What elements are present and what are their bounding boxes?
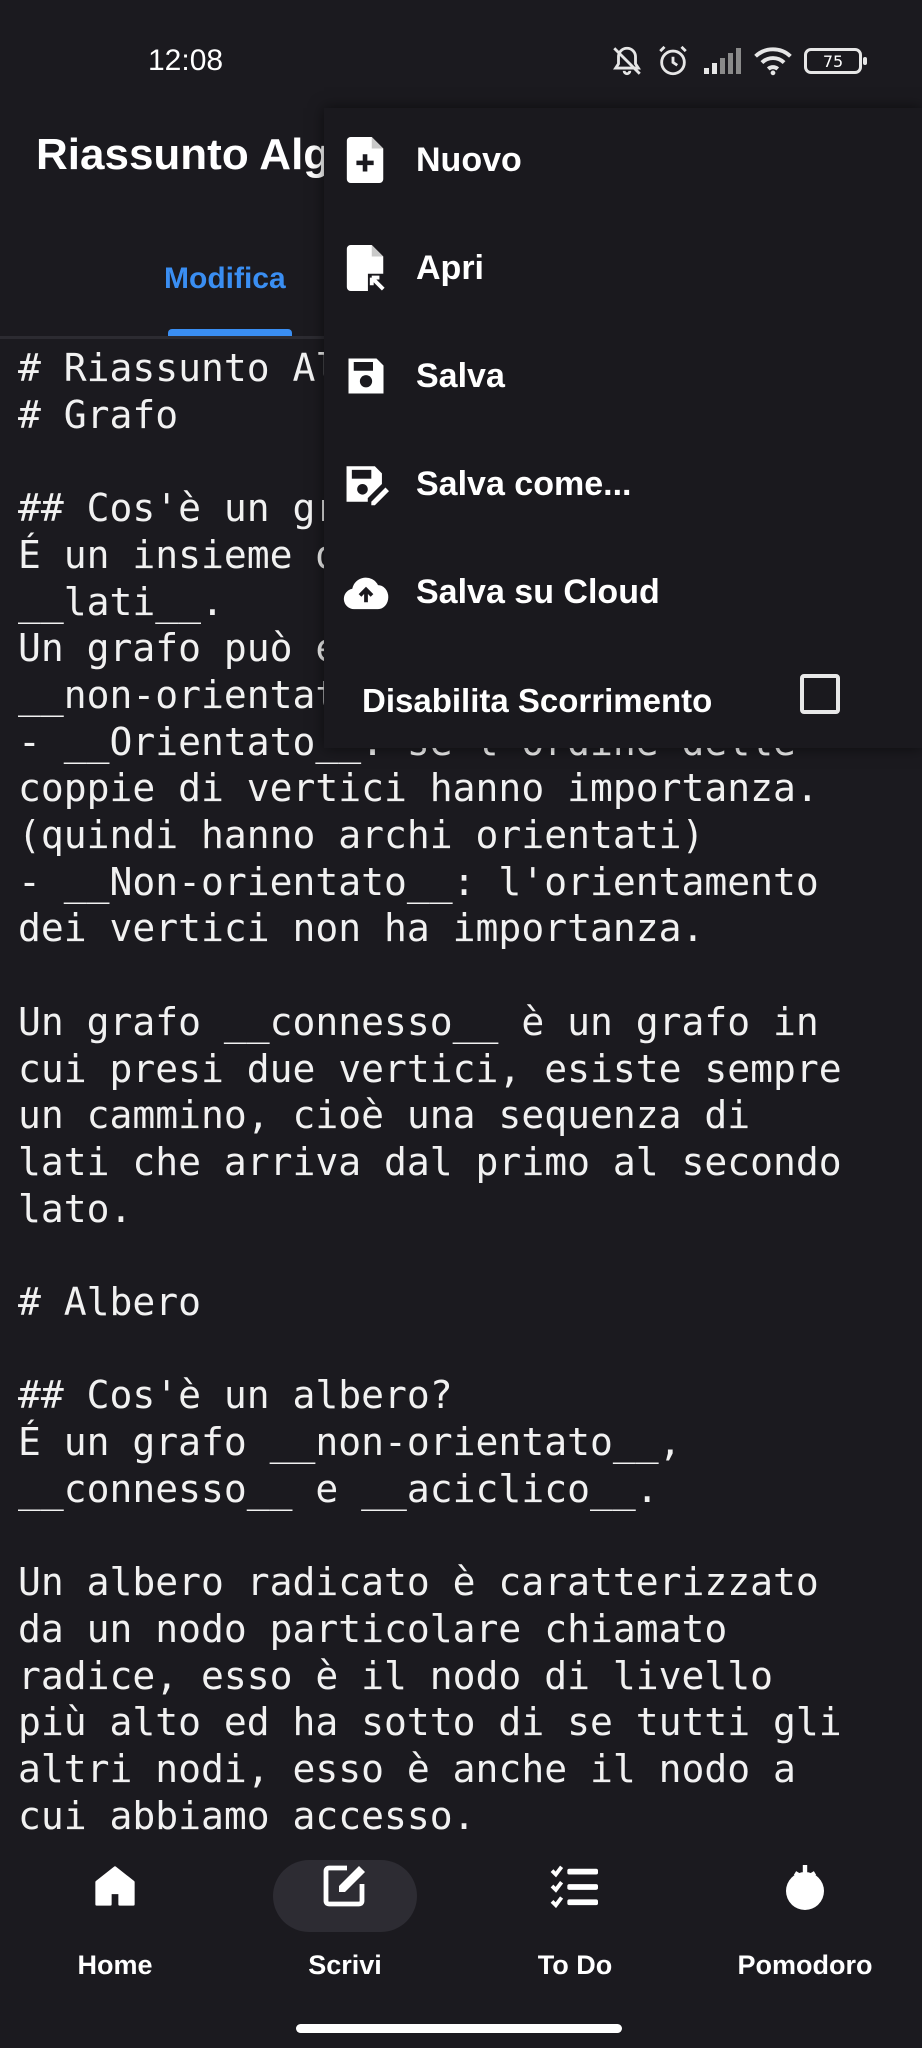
menu-item-label: Salva (416, 356, 505, 395)
cloud-upload-icon (342, 568, 390, 616)
menu-item-nuovo[interactable]: Nuovo (324, 120, 922, 200)
edit-icon (317, 1858, 373, 1914)
disable-scroll-label: Disabilita Scorrimento (362, 682, 713, 719)
menu-item-disabilita-scorrimento[interactable]: Disabilita Scorrimento (324, 674, 922, 776)
nav-item-pomodoro[interactable]: Pomodoro (690, 1830, 920, 2010)
save-as-icon (342, 460, 390, 508)
bell-muted-icon (613, 46, 641, 76)
save-icon (342, 352, 390, 400)
menu-item-label: Apri (416, 248, 484, 287)
tomato-icon (777, 1858, 833, 1914)
overflow-menu: Nuovo Apri Salva Salva come... Salva su … (324, 108, 922, 748)
battery-icon: 75 (804, 48, 867, 74)
status-bar: 12:08 75 (0, 0, 922, 110)
menu-item-apri[interactable]: Apri (324, 228, 922, 308)
tab-indicator (168, 329, 292, 336)
alarm-icon (659, 45, 687, 76)
nav-label: Pomodoro (737, 1950, 873, 1980)
home-indicator[interactable] (296, 2024, 622, 2033)
nav-label: To Do (537, 1950, 613, 1980)
menu-item-salva[interactable]: Salva (324, 336, 922, 416)
bottom-nav: Home Scrivi To Do Pomodoro (0, 1830, 922, 2010)
menu-item-salva-cloud[interactable]: Salva su Cloud (324, 552, 922, 632)
disable-scroll-checkbox[interactable] (800, 674, 840, 714)
home-icon (87, 1858, 143, 1914)
checklist-icon (547, 1858, 603, 1914)
wifi-icon (754, 47, 792, 76)
nav-label: Home (77, 1950, 153, 1980)
menu-item-label: Salva su Cloud (416, 572, 660, 611)
file-plus-icon (342, 136, 390, 184)
file-open-icon (342, 244, 390, 292)
status-icons: 75 (610, 44, 867, 78)
menu-item-label: Nuovo (416, 140, 522, 179)
battery-level: 75 (822, 51, 844, 71)
nav-item-home[interactable]: Home (0, 1830, 230, 2010)
signal-icon (704, 48, 741, 74)
nav-item-scrivi[interactable]: Scrivi (230, 1830, 460, 2010)
nav-label: Scrivi (308, 1950, 382, 1980)
menu-item-label: Salva come... (416, 464, 632, 503)
menu-item-salva-come[interactable]: Salva come... (324, 444, 922, 524)
tab-modifica[interactable]: Modifica (164, 262, 286, 296)
status-time: 12:08 (148, 44, 224, 77)
nav-item-todo[interactable]: To Do (460, 1830, 690, 2010)
